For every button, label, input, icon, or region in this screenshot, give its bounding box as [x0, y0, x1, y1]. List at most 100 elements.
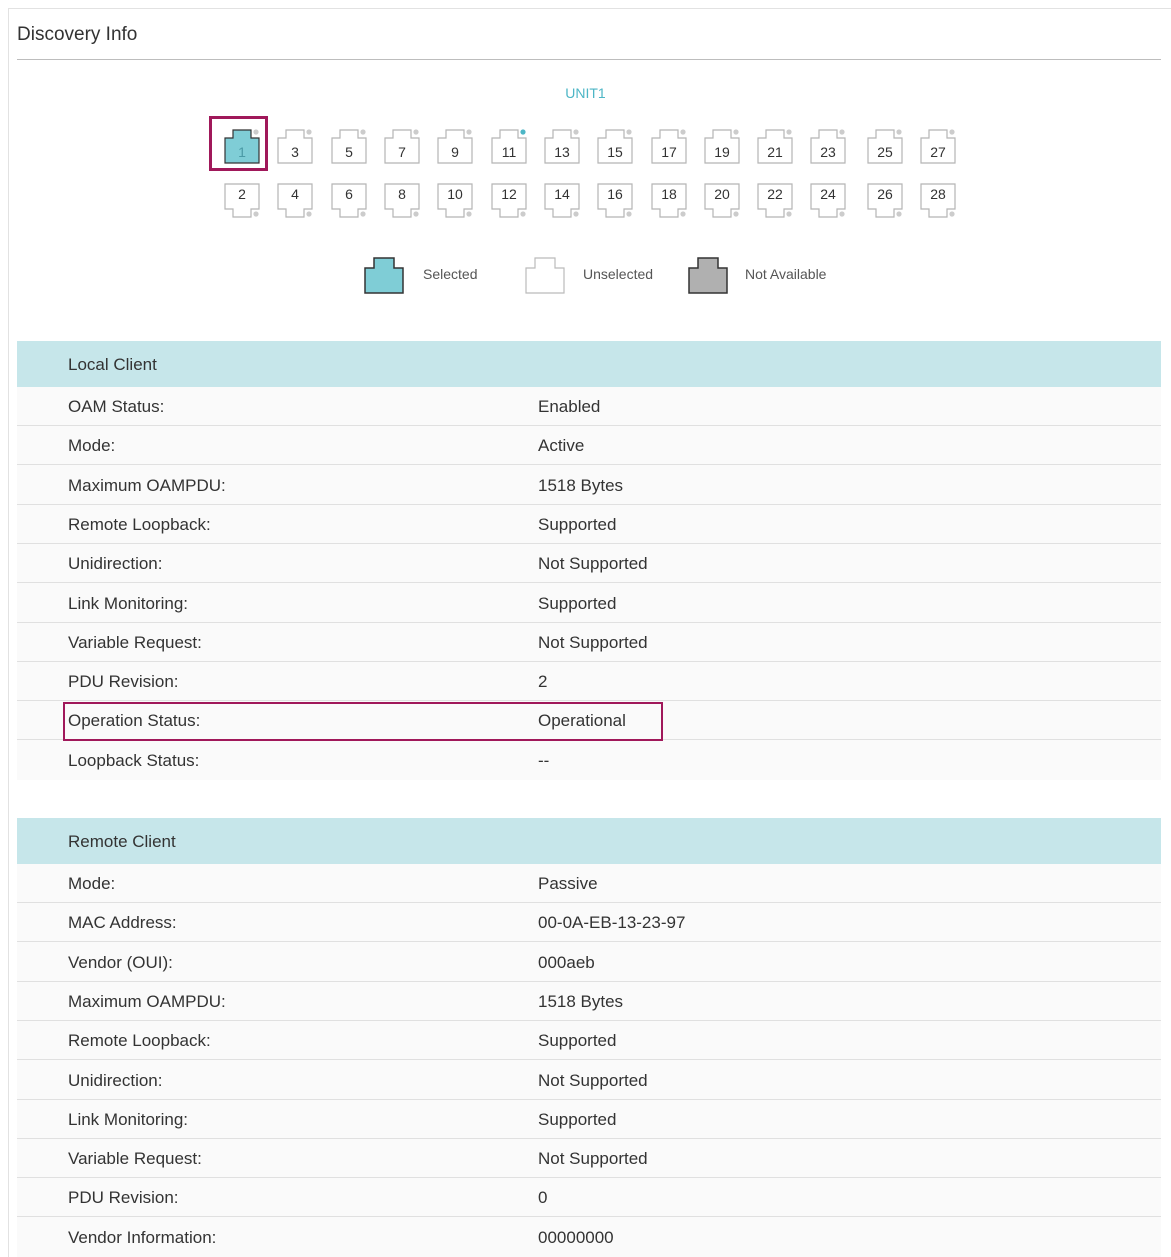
- legend-not-available-icon: [688, 256, 728, 296]
- table-row: Maximum OAMPDU: 1518 Bytes: [17, 466, 1161, 505]
- row-label: Variable Request:: [68, 632, 202, 652]
- operation-status-highlight: [63, 702, 663, 741]
- row-label: Unidirection:: [68, 1070, 163, 1090]
- row-label: Link Monitoring:: [68, 1109, 189, 1129]
- remote-client-table: Mode: Passive MAC Address: 00-0A-EB-13-23-9…: [17, 864, 1161, 1257]
- row-value: Active: [538, 436, 585, 456]
- port-number: 25: [877, 144, 893, 160]
- port-number: 11: [501, 144, 517, 160]
- port-number: 3: [291, 144, 299, 160]
- row-value: Not Supported: [538, 632, 648, 652]
- port-20[interactable]: 20: [704, 183, 740, 219]
- local-client-title: Local Client: [68, 355, 157, 374]
- port-number: 15: [607, 144, 623, 160]
- table-row: PDU Revision: 0: [17, 1178, 1161, 1218]
- table-row: OAM Status: Enabled: [17, 387, 1161, 426]
- legend-unselected-label: Unselected: [583, 266, 654, 282]
- port-number: 16: [607, 186, 623, 202]
- port-27[interactable]: 27: [920, 128, 956, 164]
- table-row: Maximum OAMPDU: 1518 Bytes: [17, 982, 1161, 1021]
- port-6[interactable]: 6: [331, 183, 367, 219]
- port-8[interactable]: 8: [384, 183, 420, 219]
- port-number: 13: [554, 144, 570, 160]
- row-label: OAM Status:: [68, 397, 165, 416]
- port-4[interactable]: 4: [277, 183, 313, 219]
- row-value: Supported: [538, 514, 617, 534]
- port-number: 26: [877, 186, 893, 202]
- row-value: Enabled: [538, 397, 601, 416]
- local-client-header: Local Client: [17, 341, 1161, 387]
- port-number: 18: [661, 186, 677, 202]
- port-number: 24: [820, 186, 836, 202]
- port-number: 27: [930, 144, 946, 160]
- port-number: 19: [714, 144, 730, 160]
- port-number: 23: [820, 144, 836, 160]
- port-19[interactable]: 19: [704, 128, 740, 164]
- row-value: 00000000: [538, 1227, 614, 1247]
- row-label: PDU Revision:: [68, 1188, 179, 1208]
- legend-unselected-icon: [525, 256, 565, 296]
- port-number: 7: [398, 144, 406, 160]
- port-26[interactable]: 26: [867, 183, 903, 219]
- port-18[interactable]: 18: [651, 183, 687, 219]
- unit-label: UNIT1: [565, 85, 606, 101]
- row-value: 000aeb: [538, 952, 595, 972]
- row-value: 1518 Bytes: [538, 991, 624, 1011]
- port-9[interactable]: 9: [437, 128, 473, 164]
- port-number: 14: [554, 186, 570, 202]
- row-value: Passive: [538, 874, 598, 893]
- title-divider: [17, 59, 1161, 60]
- port-17[interactable]: 17: [651, 128, 687, 164]
- table-row: Variable Request: Not Supported: [17, 623, 1161, 662]
- port-16[interactable]: 16: [597, 183, 633, 219]
- legend-selected-icon: [364, 256, 404, 296]
- port-13[interactable]: 13: [544, 128, 580, 164]
- table-row: Link Monitoring: Supported: [17, 584, 1161, 623]
- table-row: Remote Loopback: Supported: [17, 1021, 1161, 1061]
- row-value: Not Supported: [538, 1149, 648, 1169]
- selected-port-highlight: [209, 116, 268, 171]
- port-number: 9: [451, 144, 459, 160]
- port-28[interactable]: 28: [920, 183, 956, 219]
- page-title: Discovery Info: [17, 24, 138, 45]
- table-row: Unidirection: Not Supported: [17, 1061, 1161, 1100]
- table-row: PDU Revision: 2: [17, 662, 1161, 702]
- table-row: Unidirection: Not Supported: [17, 544, 1161, 584]
- row-label: Maximum OAMPDU:: [68, 991, 226, 1011]
- port-23[interactable]: 23: [810, 128, 846, 164]
- port-14[interactable]: 14: [544, 183, 580, 219]
- row-value: 0: [538, 1188, 548, 1208]
- port-7[interactable]: 7: [384, 128, 420, 164]
- row-label: Remote Loopback:: [68, 1031, 211, 1051]
- port-22[interactable]: 22: [757, 183, 793, 219]
- row-value: Supported: [538, 593, 617, 613]
- port-12[interactable]: 12: [491, 183, 527, 219]
- row-label: Mode:: [68, 436, 116, 456]
- port-3[interactable]: 3: [277, 128, 313, 164]
- port-number: 10: [447, 186, 463, 202]
- port-11[interactable]: 11: [491, 128, 527, 164]
- table-row: Remote Loopback: Supported: [17, 505, 1161, 544]
- port-number: 8: [398, 186, 406, 202]
- port-5[interactable]: 5: [331, 128, 367, 164]
- table-row: Mode: Passive: [17, 864, 1161, 903]
- port-24[interactable]: 24: [810, 183, 846, 219]
- table-row: Vendor (OUI): 000aeb: [17, 943, 1161, 982]
- row-value: Not Supported: [538, 554, 648, 574]
- port-2[interactable]: 2: [224, 183, 260, 219]
- row-value: Supported: [538, 1109, 617, 1129]
- port-15[interactable]: 15: [597, 128, 633, 164]
- row-label: Link Monitoring:: [68, 593, 189, 613]
- table-row: Variable Request: Not Supported: [17, 1139, 1161, 1179]
- port-number: 21: [767, 144, 783, 160]
- legend-selected-label: Selected: [423, 266, 478, 282]
- port-21[interactable]: 21: [757, 128, 793, 164]
- port-number: 12: [501, 186, 517, 202]
- port-10[interactable]: 10: [437, 183, 473, 219]
- row-label: Vendor (OUI):: [68, 952, 173, 972]
- row-value: 2: [538, 672, 548, 692]
- remote-client-header: Remote Client: [17, 818, 1161, 864]
- port-25[interactable]: 25: [867, 128, 903, 164]
- table-row: MAC Address: 00-0A-EB-13-23-97: [17, 903, 1161, 943]
- row-value: --: [538, 750, 550, 770]
